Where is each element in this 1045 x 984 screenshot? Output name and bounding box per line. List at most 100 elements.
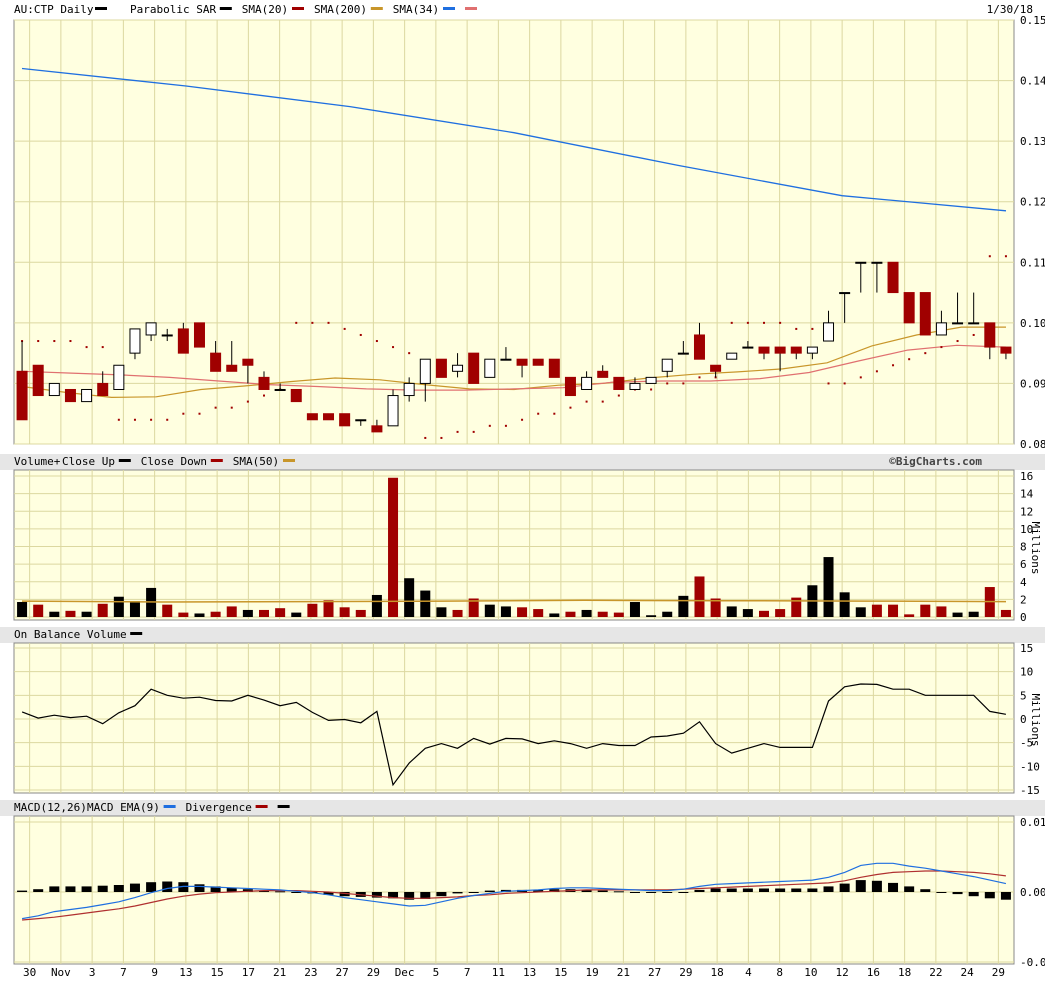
candle-body	[1000, 346, 1012, 354]
x-tick-label: 11	[492, 966, 505, 979]
sar-dot	[182, 412, 185, 415]
divergence-bar	[759, 888, 769, 892]
candle-body	[855, 261, 867, 264]
legend-label: SMA(20)	[242, 3, 288, 16]
divergence-bar	[936, 892, 947, 893]
sar-dot	[875, 370, 878, 373]
candle-body	[984, 322, 996, 348]
sar-dot	[827, 382, 830, 385]
volume-bar	[646, 615, 657, 617]
candle-body	[516, 358, 528, 366]
sar-dot	[166, 418, 169, 421]
volume-tick-label: 0	[1020, 611, 1027, 624]
sar-dot	[424, 436, 427, 439]
candle-body	[113, 364, 125, 390]
x-tick-label: 4	[745, 966, 752, 979]
divergence-bar	[952, 892, 963, 895]
volume-bar	[81, 611, 92, 617]
divergence-bar	[484, 890, 495, 892]
obv-legend: On Balance Volume	[14, 628, 143, 641]
volume-bar	[17, 602, 28, 617]
divergence-bar	[823, 886, 834, 892]
candle-body	[484, 358, 496, 378]
sar-dot	[666, 382, 669, 385]
volume-bar	[194, 613, 205, 617]
candle-body	[435, 358, 447, 378]
x-tick-label: 7	[120, 966, 127, 979]
sar-dot	[359, 333, 362, 336]
volume-bar	[259, 609, 269, 617]
sar-dot	[133, 418, 136, 421]
volume-tick-label: 8	[1020, 541, 1027, 554]
candle-body	[758, 346, 770, 354]
sar-dot	[795, 327, 798, 330]
x-tick-label: 18	[898, 966, 911, 979]
macd-title: MACD(12,26)	[14, 801, 87, 814]
candle-body	[387, 395, 399, 427]
sar-dot	[85, 346, 88, 349]
sar-dot	[956, 340, 959, 343]
x-tick-label: 29	[367, 966, 380, 979]
chart-canvas: AU:CTP Daily 1/30/18 Parabolic SAR SMA(20…	[0, 0, 1045, 981]
divergence-bar	[646, 892, 657, 893]
candle-body	[258, 376, 270, 390]
legend-swatch	[443, 7, 455, 10]
divergence-bar	[904, 886, 915, 892]
volume-tick-label: 6	[1020, 558, 1027, 571]
volume-bar	[613, 612, 624, 617]
sar-dot	[892, 364, 895, 367]
candle-body	[371, 425, 383, 433]
volume-bar	[339, 607, 350, 617]
volume-bar	[242, 609, 253, 617]
sar-dot	[263, 394, 265, 397]
candle-body	[693, 334, 705, 360]
legend-swatch	[283, 459, 295, 462]
divergence-bar	[920, 889, 931, 892]
x-tick-label: 21	[617, 966, 630, 979]
divergence-bar	[113, 885, 124, 892]
volume-bar	[226, 606, 237, 617]
candle-body	[468, 352, 480, 384]
volume-bar	[113, 596, 124, 617]
price-tick-label: 0.11	[1020, 256, 1045, 269]
candle-body	[903, 292, 915, 324]
candle-body	[81, 388, 93, 403]
candle-body	[64, 388, 76, 403]
sar-dot	[117, 418, 120, 421]
candle-body	[339, 413, 351, 427]
obv-tick-label: 10	[1020, 666, 1033, 679]
legend-label: Parabolic SAR	[130, 3, 216, 16]
price-tick-label: 0.13	[1020, 135, 1045, 148]
sar-dot	[779, 321, 782, 324]
legend-swatch	[370, 7, 383, 10]
obv-tick-label: -15	[1020, 784, 1040, 797]
sar-dot	[101, 346, 104, 349]
divergence-bar	[146, 882, 157, 892]
volume-bar	[968, 611, 979, 617]
sar-dot	[488, 424, 491, 427]
volume-bar	[291, 612, 302, 617]
candle-body	[306, 413, 318, 421]
volume-bar	[871, 604, 882, 617]
candle-body	[597, 370, 609, 378]
x-tick-label: 7	[464, 966, 471, 979]
sar-dot	[698, 376, 701, 379]
divergence-bar	[662, 892, 673, 893]
volume-bar	[775, 609, 786, 617]
divergence-bar	[984, 892, 995, 899]
legend-swatch	[210, 459, 223, 462]
sar-dot	[392, 346, 395, 349]
volume-bar	[726, 606, 737, 617]
candle-body	[742, 346, 754, 349]
sar-dot	[230, 406, 233, 409]
candle-body	[871, 261, 883, 264]
volume-bar	[823, 557, 834, 617]
volume-bar	[597, 611, 608, 617]
candle-body	[629, 382, 641, 390]
candle-body	[129, 328, 141, 354]
candle-body	[145, 322, 157, 336]
divergence-bar	[97, 885, 108, 892]
x-tick-label: 15	[554, 966, 567, 979]
x-tick-label: 15	[211, 966, 224, 979]
divergence-bar	[968, 892, 979, 897]
